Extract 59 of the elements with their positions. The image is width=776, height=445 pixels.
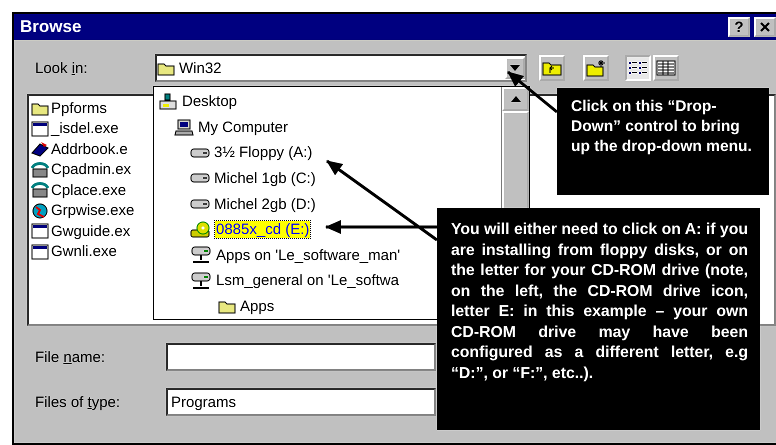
file-item[interactable]: Cplace.exe [51, 182, 126, 199]
window-title: Browse [20, 17, 82, 37]
toolbar-button[interactable] [625, 55, 651, 81]
details-view-icon [656, 60, 676, 76]
drive-menu-item[interactable]: Apps on 'Le_software_man' [215, 246, 402, 264]
computer-icon [174, 118, 194, 136]
drive-icon [190, 172, 210, 184]
new-folder-icon [586, 59, 606, 77]
look-in-value: Win32 [179, 60, 223, 76]
list-view-icon [628, 60, 648, 76]
close-icon [760, 22, 770, 32]
file-item[interactable]: Addrbook.e [51, 140, 128, 158]
network-drive-icon [190, 246, 212, 264]
folder-icon [157, 60, 175, 76]
window-icon [31, 244, 49, 260]
cd-drive-icon [190, 221, 212, 238]
phone-icon [31, 162, 49, 178]
phone-icon [31, 182, 49, 198]
callout-note: Click on this “Drop-Down” control to bring up the drop-down menu. [557, 88, 769, 195]
toolbar-button[interactable] [583, 55, 609, 81]
look-in-dropdown[interactable]: Win32 [155, 54, 527, 82]
toolbar-button[interactable] [653, 55, 679, 81]
desktop-icon [158, 93, 178, 110]
file-item[interactable]: _isdel.exe [51, 120, 119, 138]
field-label: Look in: [35, 60, 89, 76]
callout-note: You will either need to click on A: if you are installing from floppy disks, or on the letter for your CD-ROM drive (note, on the left, the CD-ROM drive icon, letter E: in this example – your own CD-ROM drive may have been configured as a different letter, e.g “D:”, or “F:”, etc..). [437, 208, 760, 430]
file-name-field[interactable] [166, 343, 436, 371]
field-label: Files of type: [35, 394, 122, 410]
help-button[interactable]: ? [728, 17, 750, 37]
drive-menu-item[interactable]: Michel 1gb (C:) [213, 170, 317, 187]
drive-menu-item[interactable]: Michel 2gb (D:) [213, 196, 317, 213]
drive-menu-item[interactable]: 3½ Floppy (A:) [213, 144, 314, 162]
book-icon [31, 141, 49, 158]
scroll-up-button[interactable] [502, 87, 529, 111]
file-item[interactable]: Cpadmin.ex [51, 161, 132, 178]
toolbar-button[interactable] [539, 55, 565, 81]
drive-icon [190, 198, 210, 210]
drive-menu-item[interactable]: Lsm_general on 'Le_softwa [215, 272, 400, 290]
folder-icon [31, 100, 49, 116]
up-caret-icon [510, 96, 520, 102]
file-item[interactable]: Gwnli.exe [51, 243, 117, 260]
drive-icon [190, 146, 210, 159]
file-item[interactable]: Gwguide.ex [51, 222, 130, 240]
close-button[interactable] [754, 17, 776, 37]
file-type-dropdown[interactable]: Programs [166, 388, 436, 416]
drive-menu-item[interactable]: My Computer [197, 118, 290, 136]
file-item[interactable]: Ppforms [51, 100, 107, 117]
field-label: File name: [35, 348, 106, 366]
globe-icon [31, 202, 49, 219]
window-icon [31, 120, 49, 137]
up-folder-icon [542, 60, 562, 76]
window-icon [31, 223, 49, 240]
drive-menu-item[interactable]: Desktop [181, 93, 238, 110]
file-item[interactable]: Grpwise.exe [51, 202, 134, 220]
folder-icon [218, 298, 236, 314]
caret-icon [510, 65, 520, 71]
drive-menu-item[interactable]: Apps [239, 298, 276, 315]
network-drive-icon [190, 272, 212, 290]
drive-menu-item[interactable]: 0885x_cd (E:) [215, 221, 310, 238]
